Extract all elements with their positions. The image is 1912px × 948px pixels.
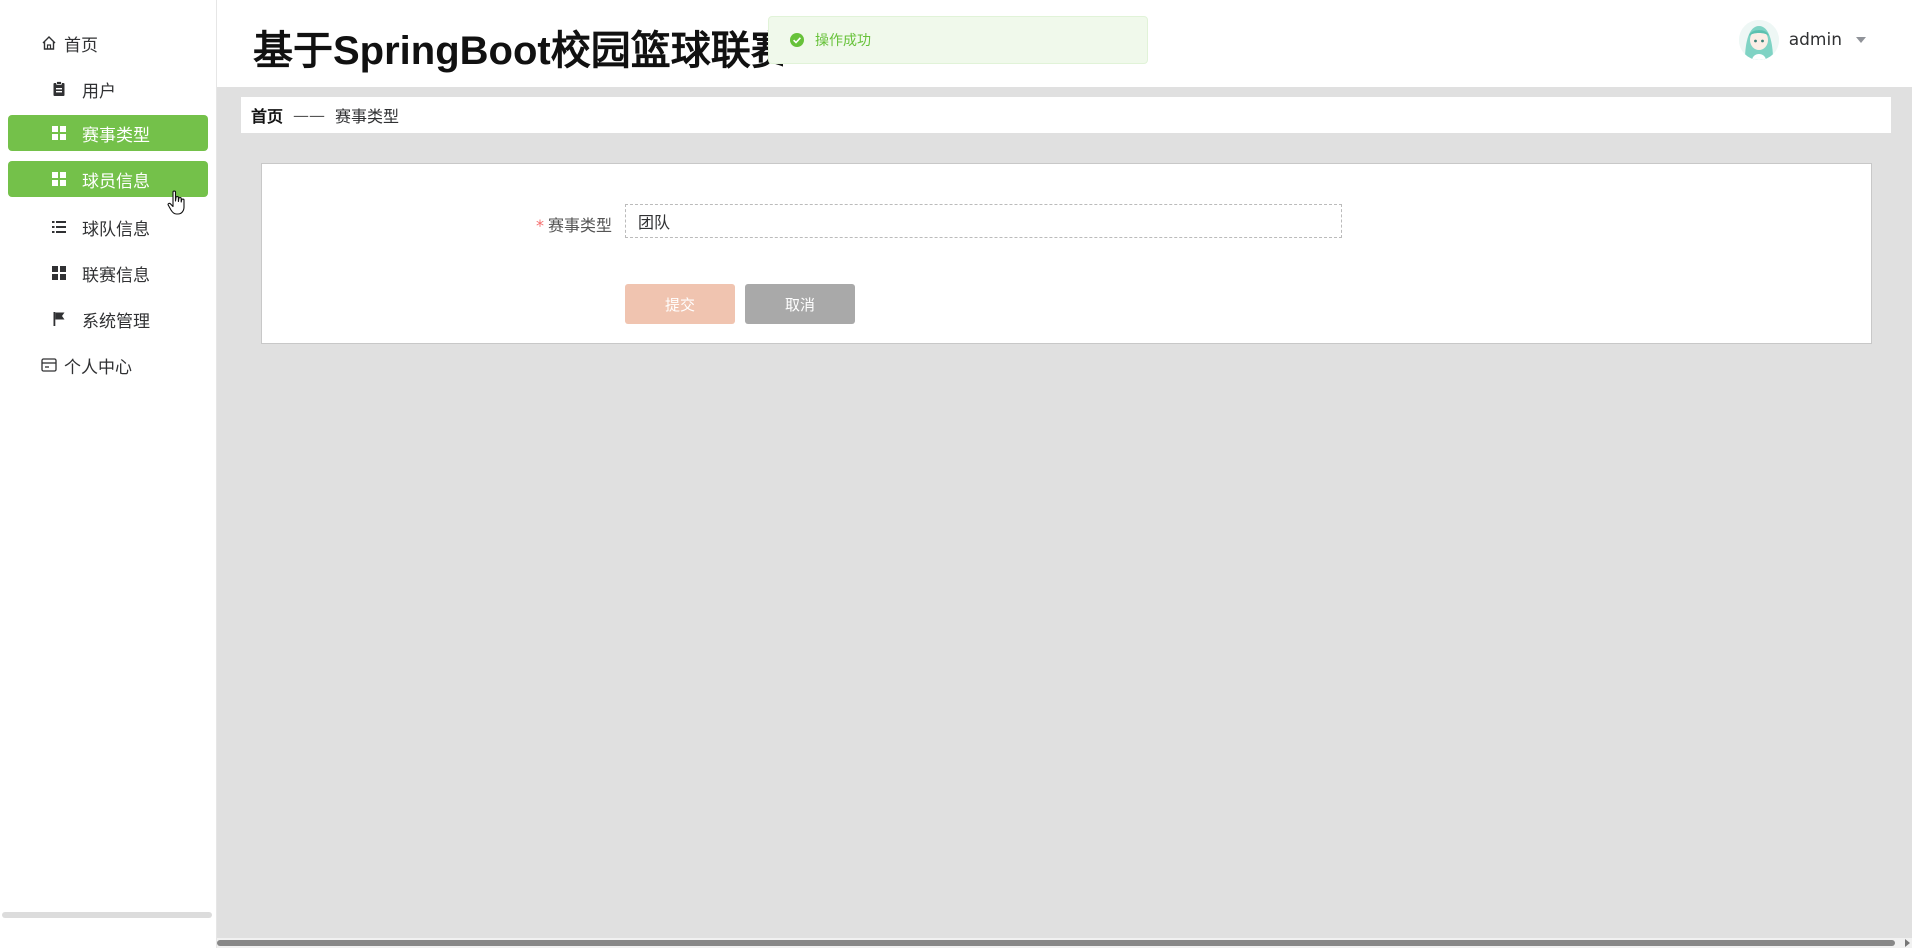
event-type-label-text: 赛事类型 xyxy=(548,216,613,235)
breadcrumb: 首页 —— 赛事类型 xyxy=(241,97,1891,133)
grid-icon xyxy=(50,170,68,188)
toast-message: 操作成功 xyxy=(815,33,871,49)
hand-pointer-icon xyxy=(167,190,187,216)
grid-icon xyxy=(50,124,68,142)
sidebar-item-personal-center[interactable]: 个人中心 xyxy=(8,347,208,383)
breadcrumb-separator: —— xyxy=(293,105,326,125)
sidebar-item-label: 系统管理 xyxy=(82,311,150,332)
grid-icon xyxy=(50,264,68,282)
avatar[interactable] xyxy=(1738,20,1779,60)
chevron-down-icon[interactable] xyxy=(1856,37,1866,43)
sidebar-item-label: 赛事类型 xyxy=(82,125,150,146)
cancel-button[interactable]: 取消 xyxy=(745,284,855,324)
user-menu[interactable]: admin xyxy=(1738,20,1866,60)
success-toast: 操作成功 xyxy=(768,16,1148,64)
site-title: 基于SpringBoot校园篮球联赛信息管理系统 xyxy=(253,29,783,73)
sidebar-scrollbar[interactable] xyxy=(2,912,212,918)
check-circle-icon xyxy=(789,32,805,48)
main-content: 首页 —— 赛事类型 *赛事类型 提交 取消 xyxy=(217,87,1912,948)
sidebar-item-label: 球队信息 xyxy=(82,219,150,240)
breadcrumb-current: 赛事类型 xyxy=(335,107,400,126)
sidebar-item-label: 联赛信息 xyxy=(82,265,150,286)
sidebar-item-league-info[interactable]: 联赛信息 xyxy=(8,255,208,291)
sidebar-item-users[interactable]: 用户 xyxy=(8,71,208,107)
card-icon xyxy=(40,356,58,374)
home-icon xyxy=(40,34,58,52)
event-type-label: * 赛事类型 xyxy=(536,212,612,236)
event-type-input[interactable] xyxy=(625,204,1342,238)
required-mark: * xyxy=(536,216,544,235)
edit-form: *赛事类型 提交 取消 xyxy=(261,163,1872,344)
sidebar-item-event-type[interactable]: 赛事类型 xyxy=(8,115,208,151)
sidebar-item-label: 用户 xyxy=(82,81,116,102)
scrollbar-thumb[interactable] xyxy=(217,940,1895,946)
clipboard-icon xyxy=(50,80,68,98)
list-icon xyxy=(50,218,68,236)
sidebar-item-label: 首页 xyxy=(64,35,98,56)
sidebar: 首页 用户 赛事类型 球员信息 球队信息 联赛信息 系统管理 个人中心 xyxy=(0,0,217,948)
sidebar-item-home[interactable]: 首页 xyxy=(8,25,208,61)
sidebar-item-system-manage[interactable]: 系统管理 xyxy=(8,301,208,337)
username[interactable]: admin xyxy=(1789,30,1842,50)
sidebar-item-label: 个人中心 xyxy=(64,357,132,378)
scroll-right-icon[interactable] xyxy=(1905,939,1910,947)
flag-icon xyxy=(50,310,68,328)
top-header: 基于SpringBoot校园篮球联赛信息管理系统 操作成功 admin xyxy=(217,0,1912,87)
horizontal-scrollbar[interactable] xyxy=(217,938,1912,948)
breadcrumb-home[interactable]: 首页 xyxy=(251,103,283,127)
sidebar-item-label: 球员信息 xyxy=(82,171,150,192)
submit-button[interactable]: 提交 xyxy=(625,284,735,324)
